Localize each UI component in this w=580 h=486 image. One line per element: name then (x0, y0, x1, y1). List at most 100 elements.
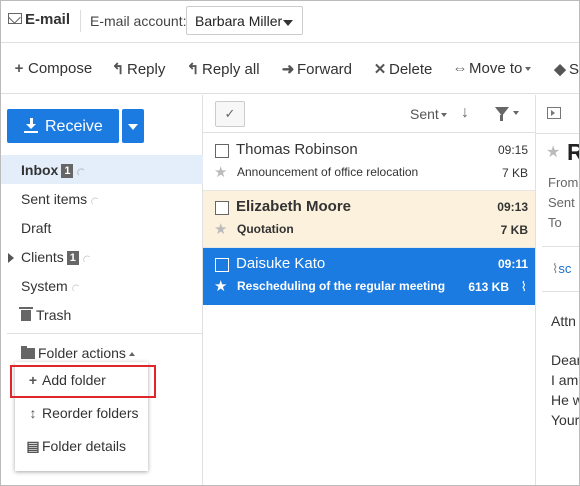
message-time: 09:11 (497, 257, 528, 271)
folder-inbox[interactable]: Inbox 1 ◠ (1, 155, 203, 184)
unread-count-badge: 1 (61, 164, 74, 178)
message-list: ✓ Sent ↓ ★ Thomas Robinson 09:15 Announc… (203, 95, 535, 485)
mail-toolbar: + Compose ↰ Reply ↰ Reply all ➜ Forward ✕ Del… (1, 44, 579, 94)
filter-icon[interactable] (495, 107, 509, 121)
message-preview: ★ R From Sent To ⌇sc Attn Dear I am He w… (536, 95, 580, 485)
paperclip-icon: ⌇ (520, 279, 527, 294)
reply-all-label: Reply all (202, 61, 260, 78)
feed-icon: ◠ (80, 252, 95, 267)
chevron-down-icon (440, 113, 447, 117)
sort-direction-icon[interactable]: ↓ (461, 104, 469, 122)
preview-to-label: To (548, 215, 562, 230)
folder-actions-toggle[interactable]: Folder actions (21, 345, 135, 361)
message-size: 613 KB (468, 280, 509, 294)
compose-label: Compose (28, 60, 93, 77)
app-header: E-mail E-mail account: Barbara Miller (1, 1, 579, 43)
message-checkbox[interactable] (215, 201, 229, 215)
expand-pane-icon[interactable] (547, 107, 561, 119)
account-label: E-mail account: (90, 13, 187, 29)
preview-header-divider (536, 133, 579, 134)
feed-icon: ◠ (69, 281, 84, 296)
account-selected-value: Barbara Miller (195, 13, 283, 29)
delete-label: Delete (389, 61, 433, 78)
add-folder-highlight (10, 365, 156, 398)
email-app-window: E-mail E-mail account: Barbara Miller + C… (0, 0, 580, 486)
move-to-label: Move to (469, 60, 523, 77)
move-to-button[interactable]: ⇔ Move to (452, 60, 532, 77)
folder-trash[interactable]: Trash (1, 300, 203, 329)
delete-button[interactable]: ✕ Delete (372, 60, 433, 78)
message-size: 7 KB (500, 223, 528, 237)
compose-button[interactable]: + Compose (11, 60, 93, 77)
reorder-icon: ↕ (29, 405, 37, 421)
message-time: 09:13 (497, 200, 528, 214)
preview-body-line: He w (551, 392, 580, 408)
chevron-down-icon (525, 67, 532, 71)
reply-all-button[interactable]: ↰ Reply all (185, 60, 260, 78)
forward-label: Forward (297, 61, 353, 78)
preview-body-line: I am (551, 372, 579, 388)
folder-details-label: Folder details (42, 438, 127, 454)
folder-system[interactable]: System◠ (1, 271, 203, 300)
account-select[interactable]: Barbara Miller (186, 6, 303, 35)
app-title: E-mail (25, 11, 71, 28)
reorder-folders-menu-item[interactable]: ↕ Reorder folders (25, 405, 139, 421)
sort-dropdown[interactable]: Sent (410, 106, 447, 122)
message-row[interactable]: ★ Elizabeth Moore 09:13 Quotation 7 KB (203, 191, 535, 248)
reply-icon: ↰ (111, 61, 125, 78)
folder-sent-items[interactable]: Sent items◠ (1, 184, 203, 213)
folder-label: Sent items (21, 191, 88, 207)
preview-sent-label: Sent (548, 195, 575, 210)
star-icon[interactable]: ★ (214, 163, 227, 181)
preview-divider (542, 291, 579, 292)
reply-button[interactable]: ↰ Reply (110, 60, 166, 78)
close-icon: ✕ (373, 61, 387, 78)
header-divider (80, 10, 81, 32)
preview-from-label: From (548, 175, 579, 190)
check-icon: ✓ (224, 106, 236, 121)
message-time: 09:15 (497, 143, 528, 157)
expand-arrow-icon[interactable] (8, 253, 14, 263)
star-icon[interactable]: ★ (214, 220, 227, 238)
folder-actions-label: Folder actions (38, 345, 126, 361)
message-row[interactable]: ★ Daisuke Kato 09:11 Rescheduling of the… (203, 248, 535, 305)
forward-button[interactable]: ➜ Forward (280, 60, 352, 78)
folder-details-menu-item[interactable]: ▤ Folder details (25, 438, 126, 455)
preview-body-line: Attn (551, 313, 576, 329)
message-subject: Rescheduling of the regular meeting (237, 279, 446, 293)
folder-draft[interactable]: Draft (1, 213, 203, 242)
folder-label: Inbox (21, 162, 59, 178)
more-actions-button[interactable]: ◆ S (552, 60, 579, 78)
feed-icon: ◠ (74, 165, 89, 180)
receive-dropdown-button[interactable] (122, 109, 144, 143)
sort-label: Sent (410, 106, 439, 122)
forward-icon: ➜ (281, 61, 295, 78)
star-icon[interactable]: ★ (546, 142, 560, 162)
chevron-down-icon (283, 20, 293, 26)
select-all-checkbox[interactable]: ✓ (215, 101, 245, 127)
folder-clients[interactable]: Clients 1 ◠ (1, 242, 203, 271)
folder-icon (21, 346, 35, 359)
email-icon (8, 13, 22, 24)
move-icon: ⇔ (452, 60, 468, 77)
preview-attachment-link[interactable]: ⌇sc (552, 261, 571, 277)
tag-icon: ◆ (554, 61, 566, 78)
message-sender: Daisuke Kato (236, 255, 326, 272)
folder-label: Trash (36, 307, 72, 323)
sidebar-divider (7, 333, 203, 334)
message-checkbox[interactable] (215, 258, 229, 272)
chevron-down-icon[interactable] (513, 111, 519, 115)
message-checkbox[interactable] (215, 144, 229, 158)
preview-divider (542, 246, 579, 247)
receive-button[interactable]: Receive (7, 109, 119, 143)
unread-count-badge: 1 (66, 251, 79, 265)
message-row[interactable]: ★ Thomas Robinson 09:15 Announcement of … (203, 134, 535, 191)
message-subject: Quotation (237, 222, 294, 236)
plus-icon: + (14, 60, 24, 77)
preview-body-line: Your (551, 412, 580, 428)
trash-icon (19, 307, 33, 321)
download-icon (25, 118, 38, 132)
star-icon[interactable]: ★ (214, 277, 227, 295)
folder-label: Clients (21, 249, 64, 265)
feed-icon: ◠ (88, 194, 103, 209)
